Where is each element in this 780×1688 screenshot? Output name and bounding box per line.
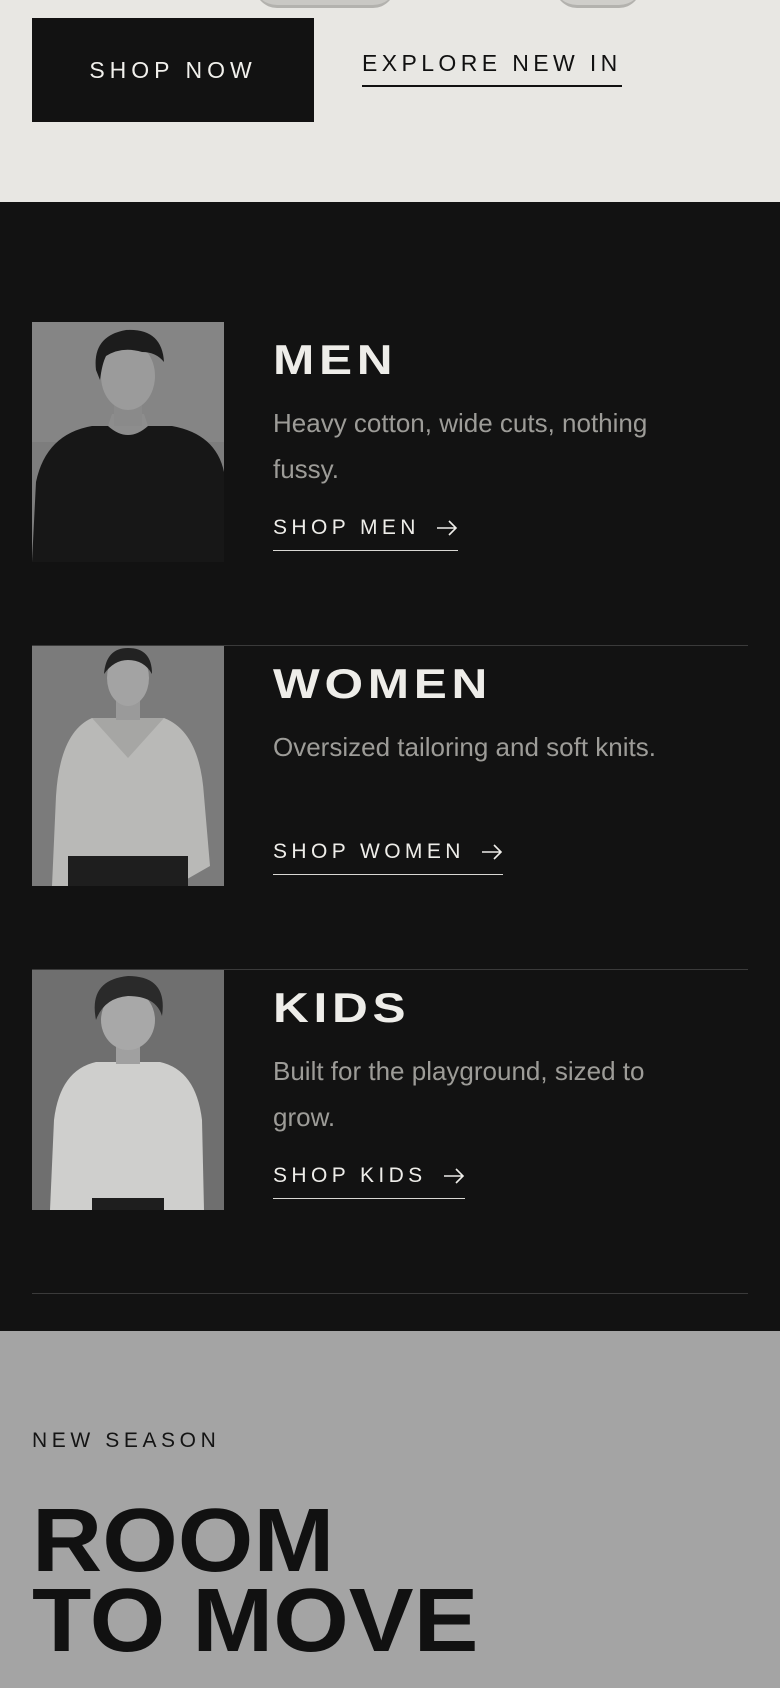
shop-kids-label: SHOP KIDS [273,1164,427,1187]
category-title: KIDS [273,984,411,1031]
men-photo[interactable] [32,322,224,562]
shop-men-label: SHOP MEN [273,516,420,539]
category-description: Built for the playground, sized to grow. [273,1056,645,1132]
arrow-right-icon [443,1168,464,1184]
arrow-right-icon [436,520,457,536]
arrow-right-icon [481,844,502,860]
sneaker-image-right [555,0,641,8]
shop-women-link[interactable]: SHOP WOMEN [273,840,503,875]
new-season-section: NEW SEASON ROOM TO MOVE [0,1331,780,1688]
category-men: MEN Heavy cotton, wide cuts, nothing fus… [32,322,748,646]
shop-men-link[interactable]: SHOP MEN [273,516,458,551]
category-description: Oversized tailoring and soft knits. [273,732,656,762]
new-season-headline: ROOM TO MOVE [32,1491,479,1671]
sneaker-image-left [255,0,395,8]
women-photo[interactable] [32,646,224,886]
headline-line-2: TO MOVE [32,1571,479,1671]
category-title: MEN [273,336,398,383]
category-description: Heavy cotton, wide cuts, nothing fussy. [273,408,648,484]
category-kids: KIDS Built for the playground, sized to … [32,970,748,1294]
category-women: WOMEN Oversized tailoring and soft knits… [32,646,748,970]
explore-new-in-link[interactable]: EXPLORE NEW IN [362,50,622,87]
category-title: WOMEN [273,660,493,707]
shop-women-label: SHOP WOMEN [273,840,465,863]
headline-line-1: ROOM [32,1491,335,1591]
new-season-eyebrow: NEW SEASON [32,1429,221,1452]
shop-kids-link[interactable]: SHOP KIDS [273,1164,465,1199]
categories-section: MEN Heavy cotton, wide cuts, nothing fus… [0,202,780,1331]
hero-section: SHOP NOW EXPLORE NEW IN [0,0,780,202]
shop-now-button[interactable]: SHOP NOW [32,18,314,122]
kids-photo[interactable] [32,970,224,1210]
